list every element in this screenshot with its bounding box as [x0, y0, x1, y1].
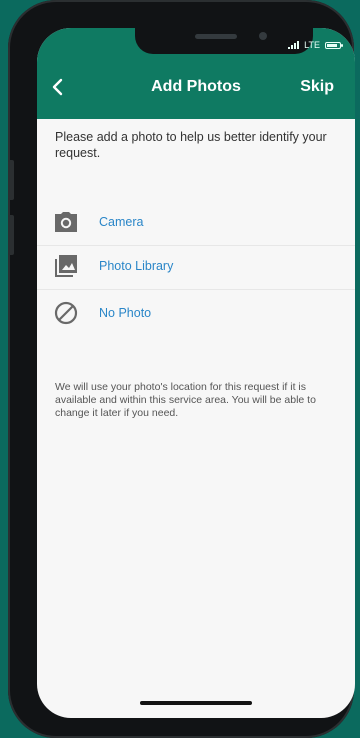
volume-up-button	[8, 160, 14, 200]
no-photo-icon	[53, 300, 79, 326]
photo-library-icon	[53, 253, 79, 279]
battery-icon	[325, 41, 343, 49]
notch	[135, 28, 313, 54]
option-photo-library[interactable]: Photo Library	[37, 242, 355, 290]
signal-icon	[288, 41, 300, 49]
front-camera	[259, 32, 267, 40]
option-label-no-photo: No Photo	[99, 306, 152, 320]
network-label: LTE	[304, 40, 320, 50]
screen: LTE Add Photos Skip Please add a photo t…	[37, 28, 355, 718]
option-no-photo[interactable]: No Photo	[37, 289, 355, 337]
option-camera[interactable]: Camera	[37, 198, 355, 246]
home-indicator[interactable]	[140, 701, 252, 705]
location-note: We will use your photo's location for th…	[55, 381, 316, 419]
volume-down-button	[8, 215, 14, 255]
status-bar: LTE	[288, 40, 343, 50]
intro-text: Please add a photo to help us better ide…	[55, 130, 327, 160]
speaker	[195, 34, 237, 39]
option-label-camera: Camera	[99, 214, 144, 229]
skip-button[interactable]: Skip	[300, 78, 334, 96]
phone-frame: LTE Add Photos Skip Please add a photo t…	[8, 0, 355, 738]
option-label-photo-library: Photo Library	[99, 258, 174, 273]
camera-icon	[53, 209, 79, 235]
